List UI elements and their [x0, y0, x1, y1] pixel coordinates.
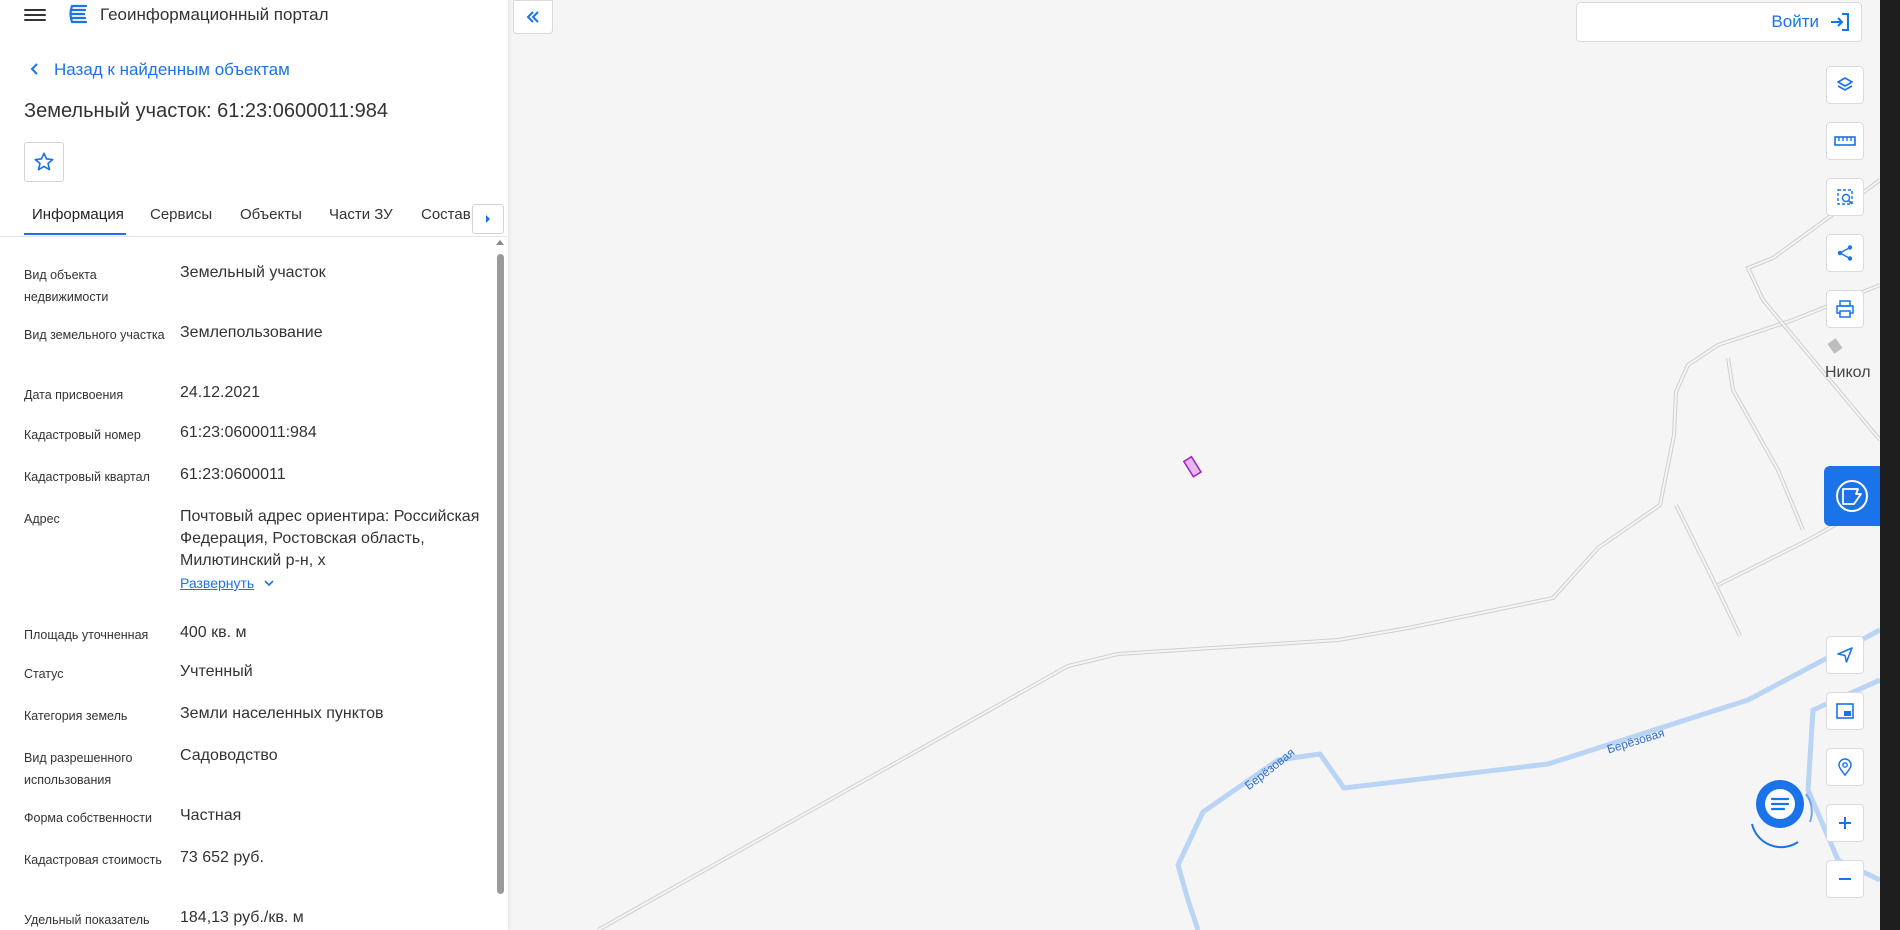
zoom-out-button[interactable]: [1826, 860, 1864, 898]
property-label: Вид объекта недвижимости: [24, 268, 109, 304]
chevron-down-icon: [264, 580, 274, 587]
building: [1827, 338, 1843, 354]
zoom-in-button[interactable]: [1826, 804, 1864, 842]
logo-icon: [69, 4, 88, 24]
map-canvas[interactable]: Никол Берёзовая Берёзовая: [508, 0, 1880, 930]
property-value: 184,13 руб./кв. м: [180, 909, 304, 926]
property-label: Кадастровый квартал: [24, 470, 150, 484]
property-value: Учтенный: [180, 663, 253, 680]
road: [1675, 504, 1741, 637]
property-value: 61:23:0600011:984: [180, 424, 317, 441]
property-value: Земельный участок: [180, 264, 326, 281]
road: [597, 284, 1880, 930]
active-tab-indicator: [24, 233, 126, 235]
menu-icon[interactable]: [24, 6, 46, 24]
land-parcel[interactable]: [1182, 455, 1203, 478]
login-button[interactable]: Войти: [1576, 2, 1862, 42]
road: [597, 283, 1880, 930]
scrollbar-thumb[interactable]: [497, 254, 504, 894]
location-search-icon: [1838, 758, 1852, 777]
scroll-up-arrow[interactable]: [496, 240, 504, 245]
map-tab-icon: [1836, 480, 1868, 512]
property-label: Статус: [24, 667, 64, 681]
tab-bar: Информация Сервисы Объекты Части ЗУ Сост…: [0, 200, 508, 237]
property-value: Частная: [180, 807, 242, 824]
navigation-arrow-icon: [1837, 647, 1853, 663]
tab-services[interactable]: Сервисы: [150, 206, 212, 223]
tabs-scroll-right-button[interactable]: [472, 204, 504, 234]
sidebar: Геоинформационный портал Назад к найденн…: [0, 0, 508, 930]
top-bar: Геоинформационный портал: [0, 0, 508, 30]
property-label: Форма собственности: [24, 811, 152, 825]
object-title: Земельный участок: 61:23:0600011:984: [24, 100, 389, 122]
plus-icon: [1839, 817, 1851, 829]
minimap-icon: [1836, 703, 1854, 719]
location-search-button[interactable]: [1826, 748, 1864, 786]
chevron-left-icon: [28, 60, 48, 80]
window-edge: [1880, 0, 1900, 930]
property-value: Земли населенных пунктов: [180, 705, 384, 722]
area-select-icon: [1837, 189, 1853, 205]
share-button[interactable]: [1826, 234, 1864, 272]
chat-button[interactable]: [1738, 772, 1820, 854]
print-icon: [1836, 300, 1854, 318]
login-icon: [1831, 13, 1849, 31]
layers-button[interactable]: [1826, 66, 1864, 104]
property-label: Кадастровый номер: [24, 428, 141, 442]
star-icon: [34, 152, 54, 171]
login-label: Войти: [1771, 12, 1819, 31]
area-select-button[interactable]: [1826, 178, 1864, 216]
address-text: Почтовый адрес ориентира: Российская Фед…: [180, 508, 480, 569]
ruler-icon: [1834, 136, 1856, 146]
tab-objects[interactable]: Объекты: [240, 206, 302, 223]
property-label: Вид земельного участка: [24, 328, 165, 342]
minus-icon: [1839, 878, 1851, 880]
property-label: Удельный показатель: [24, 913, 150, 927]
print-button[interactable]: [1826, 290, 1864, 328]
property-value: 73 652 руб.: [180, 849, 264, 866]
double-chevron-left-icon: [526, 11, 539, 23]
back-to-results-link[interactable]: Назад к найденным объектам: [28, 58, 290, 82]
property-value: 24.12.2021: [180, 384, 261, 401]
property-value: Почтовый адрес ориентира: Российская Фед…: [180, 506, 480, 595]
property-value: 400 кв. м: [180, 624, 247, 641]
expand-label: Развернуть: [180, 575, 255, 591]
expand-address-button[interactable]: Развернуть: [180, 572, 276, 594]
collapse-sidebar-button[interactable]: [513, 0, 553, 34]
property-label: Адрес: [24, 512, 60, 526]
favorite-button[interactable]: [24, 142, 64, 182]
property-value: Землепользование: [180, 324, 323, 341]
share-icon: [1837, 245, 1853, 261]
tab-information[interactable]: Информация: [32, 206, 124, 223]
ruler-button[interactable]: [1826, 122, 1864, 160]
map-roads: [597, 178, 1880, 930]
property-label: Категория земель: [24, 709, 128, 723]
property-label: Вид разрешенного использования: [24, 751, 133, 787]
tab-parts[interactable]: Части ЗУ: [329, 206, 393, 223]
caret-right-icon: [486, 215, 490, 223]
property-value: Садоводство: [180, 747, 278, 764]
place-label: Никол: [1825, 364, 1871, 381]
property-label: Кадастровая стоимость: [24, 853, 162, 867]
minimap-button[interactable]: [1826, 692, 1864, 730]
navigate-button[interactable]: [1826, 636, 1864, 674]
layers-icon: [1837, 77, 1853, 91]
map-side-tab[interactable]: [1824, 466, 1880, 526]
properties-scrollbar[interactable]: [496, 240, 504, 930]
property-label: Площадь уточненная: [24, 628, 149, 642]
chat-icon: [1751, 780, 1813, 849]
tab-composition[interactable]: Состав: [421, 206, 471, 223]
properties-list: Вид объекта недвижимости Земельный участ…: [0, 236, 490, 930]
property-label: Дата присвоения: [24, 388, 124, 402]
back-link-label: Назад к найденным объектам: [54, 60, 290, 79]
property-value: 61:23:0600011: [180, 466, 286, 483]
app-title: Геоинформационный портал: [100, 5, 329, 24]
